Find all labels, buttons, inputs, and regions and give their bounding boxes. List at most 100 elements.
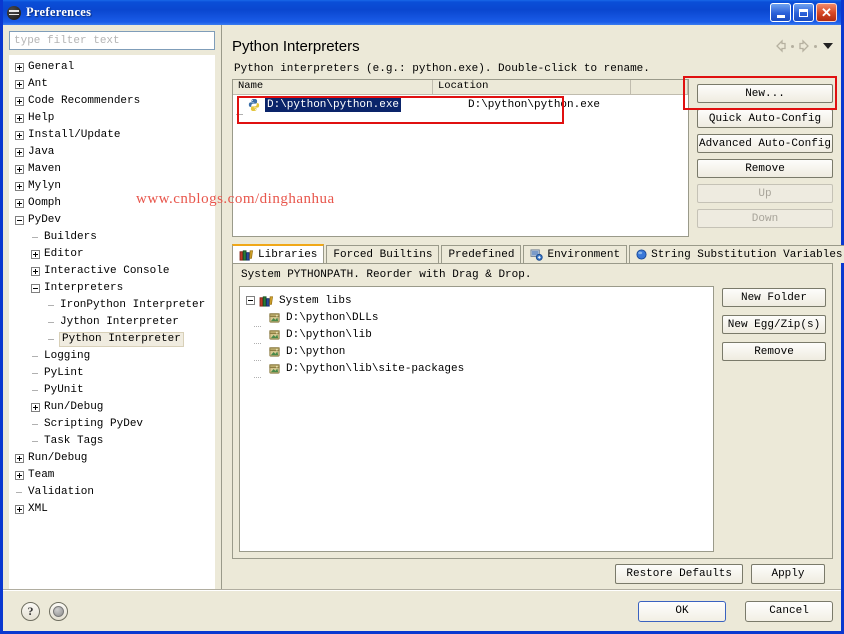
tree-leaf-icon xyxy=(47,318,56,327)
table-row[interactable]: D:\python\python.exe D:\python\python.exe xyxy=(233,95,688,115)
remove-button[interactable]: Remove xyxy=(697,159,833,178)
window-title: Preferences xyxy=(26,5,92,19)
forward-arrow-icon[interactable] xyxy=(796,38,812,54)
tab-predefined[interactable]: Predefined xyxy=(441,245,522,263)
collapse-icon[interactable] xyxy=(15,216,24,225)
button-label: New... xyxy=(745,87,785,100)
sidebar-item-mylyn[interactable]: Mylyn xyxy=(9,178,215,195)
expand-icon[interactable] xyxy=(31,267,40,276)
sidebar-item-oomph[interactable]: Oomph xyxy=(9,195,215,212)
sidebar-item-interpreters[interactable]: Interpreters xyxy=(9,280,215,297)
dropdown-caret-icon[interactable] xyxy=(823,43,833,49)
expand-icon[interactable] xyxy=(15,80,24,89)
column-header-location[interactable]: Location xyxy=(433,80,631,94)
sidebar-item-run-debug[interactable]: Run/Debug xyxy=(9,399,215,416)
sidebar-item-validation[interactable]: Validation xyxy=(9,484,215,501)
apply-button[interactable]: Apply xyxy=(751,564,825,584)
maximize-button[interactable] xyxy=(793,3,814,22)
expand-icon[interactable] xyxy=(15,199,24,208)
tree-leaf-icon xyxy=(31,233,40,242)
expand-icon[interactable] xyxy=(15,148,24,157)
sidebar-item-interactive-console[interactable]: Interactive Console xyxy=(9,263,215,280)
sidebar-item-xml[interactable]: XML xyxy=(9,501,215,518)
new-egg-zip-s-button[interactable]: New Egg/Zip(s) xyxy=(722,315,826,334)
sidebar-item-general[interactable]: General xyxy=(9,59,215,76)
dialog-content: type filter text General Ant Code Recommen… xyxy=(3,25,844,589)
sidebar-item-label: Builders xyxy=(44,231,97,243)
sidebar-item-team[interactable]: Team xyxy=(9,467,215,484)
restore-defaults-button[interactable]: Restore Defaults xyxy=(615,564,743,584)
quick-auto-config-button[interactable]: Quick Auto-Config xyxy=(697,109,833,128)
sidebar-item-help[interactable]: Help xyxy=(9,110,215,127)
new-button[interactable]: New... xyxy=(697,84,833,103)
expand-icon[interactable] xyxy=(15,114,24,123)
expand-icon[interactable] xyxy=(31,403,40,412)
expand-icon[interactable] xyxy=(15,97,24,106)
column-header-extra[interactable] xyxy=(631,80,688,94)
interpreter-action-buttons: New... Quick Auto-Config Advanced Auto-Con… xyxy=(697,79,833,237)
library-entry-row[interactable]: D:\python xyxy=(246,343,713,361)
library-root-row[interactable]: System libs xyxy=(246,292,713,309)
library-entry-row[interactable]: D:\python\DLLs xyxy=(246,309,713,327)
new-folder-button[interactable]: New Folder xyxy=(722,288,826,307)
sidebar-item-label: Run/Debug xyxy=(28,452,88,464)
expand-icon[interactable] xyxy=(15,454,24,463)
column-header-name[interactable]: Name xyxy=(233,80,433,94)
interpreter-name-cell[interactable]: D:\python\python.exe xyxy=(265,98,437,112)
sidebar-item-code-recommenders[interactable]: Code Recommenders xyxy=(9,93,215,110)
sidebar-item-task-tags[interactable]: Task Tags xyxy=(9,433,215,450)
library-entry-row[interactable]: D:\python\lib\site-packages xyxy=(246,360,713,378)
sidebar-item-ironpython-interpreter[interactable]: IronPython Interpreter xyxy=(9,297,215,314)
sidebar-item-ant[interactable]: Ant xyxy=(9,76,215,93)
pythonpath-hint: System PYTHONPATH. Reorder with Drag & D… xyxy=(241,269,532,281)
back-dropdown-dot[interactable] xyxy=(791,44,794,48)
tree-leaf-icon xyxy=(31,352,40,361)
expand-icon[interactable] xyxy=(15,63,24,72)
sidebar-item-pylint[interactable]: PyLint xyxy=(9,365,215,382)
expand-icon[interactable] xyxy=(15,165,24,174)
filter-input[interactable]: type filter text xyxy=(9,31,215,50)
expand-icon[interactable] xyxy=(15,505,24,514)
tab-label: Environment xyxy=(547,248,621,261)
back-arrow-icon[interactable] xyxy=(773,38,789,54)
close-button[interactable]: ✕ xyxy=(816,3,837,22)
expand-icon[interactable] xyxy=(31,250,40,259)
sidebar-item-pydev[interactable]: PyDev xyxy=(9,212,215,229)
interpreters-table[interactable]: Name Location D:\python\python.exe D:\pyt… xyxy=(232,79,689,237)
sidebar-item-logging[interactable]: Logging xyxy=(9,348,215,365)
sidebar-item-label: Install/Update xyxy=(28,129,121,141)
tree-leaf-icon xyxy=(15,488,24,497)
cancel-button[interactable]: Cancel xyxy=(745,600,833,622)
sidebar-item-editor[interactable]: Editor xyxy=(9,246,215,263)
expand-icon[interactable] xyxy=(15,131,24,140)
libraries-tree[interactable]: System libs D:\python\DLLs D:\python\lib D:… xyxy=(239,286,714,552)
help-icon[interactable]: ? xyxy=(21,601,40,621)
tab-forced-builtins[interactable]: Forced Builtins xyxy=(326,245,440,263)
collapse-icon[interactable] xyxy=(31,284,40,293)
expand-icon[interactable] xyxy=(15,182,24,191)
sidebar-item-install-update[interactable]: Install/Update xyxy=(9,127,215,144)
tab-libraries[interactable]: Libraries xyxy=(232,244,325,263)
forward-dropdown-dot[interactable] xyxy=(814,44,817,48)
tab-environment[interactable]: Environment xyxy=(523,245,628,263)
sidebar-item-maven[interactable]: Maven xyxy=(9,161,215,178)
window-titlebar: Preferences ✕ xyxy=(3,0,841,25)
collapse-icon[interactable] xyxy=(246,296,255,305)
minimize-button[interactable] xyxy=(770,3,791,22)
sidebar-item-jython-interpreter[interactable]: Jython Interpreter xyxy=(9,314,215,331)
circle-icon[interactable] xyxy=(49,601,68,621)
sidebar-item-python-interpreter[interactable]: Python Interpreter xyxy=(9,331,215,348)
remove-button[interactable]: Remove xyxy=(722,342,826,361)
ok-button[interactable]: OK xyxy=(638,600,726,622)
sidebar-item-scripting-pydev[interactable]: Scripting PyDev xyxy=(9,416,215,433)
advanced-auto-config-button[interactable]: Advanced Auto-Config xyxy=(697,134,833,153)
sidebar-item-java[interactable]: Java xyxy=(9,144,215,161)
expand-icon[interactable] xyxy=(15,471,24,480)
tab-string-substitution-variables[interactable]: String Substitution Variables xyxy=(629,245,844,263)
preferences-sidebar: type filter text General Ant Code Recommen… xyxy=(3,25,222,589)
sidebar-item-pyunit[interactable]: PyUnit xyxy=(9,382,215,399)
sidebar-item-builders[interactable]: Builders xyxy=(9,229,215,246)
sidebar-item-run-debug[interactable]: Run/Debug xyxy=(9,450,215,467)
library-entry-row[interactable]: D:\python\lib xyxy=(246,326,713,344)
preferences-tree[interactable]: General Ant Code Recommenders Help Install/U… xyxy=(9,55,215,589)
